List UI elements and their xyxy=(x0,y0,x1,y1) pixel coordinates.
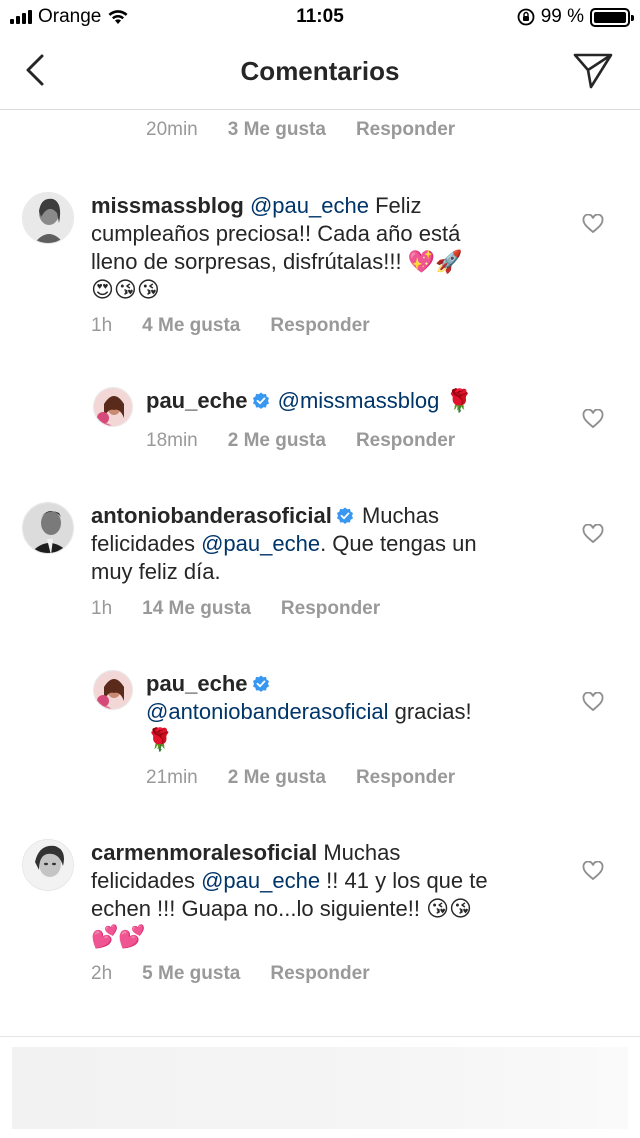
paper-plane-icon[interactable] xyxy=(572,52,614,90)
comment-text: antoniobanderasoficial Muchas felicidade… xyxy=(91,502,561,586)
mention-link[interactable]: @pau_eche xyxy=(201,868,320,893)
rotation-lock-icon xyxy=(517,8,535,26)
comment-body: gracias! xyxy=(388,699,472,724)
comment-text: pau_eche @antoniobanderasoficial gracias… xyxy=(146,670,566,754)
comment-input-area xyxy=(0,1036,640,1138)
emoji-kiss: 😘😘 xyxy=(426,896,472,921)
battery-percent: 99 % xyxy=(540,6,584,27)
heart-outline-icon[interactable] xyxy=(582,861,604,881)
comment-body: muy feliz día. xyxy=(91,559,221,584)
comment-body: . Que tengas un xyxy=(320,531,477,556)
comment-username[interactable]: missmassblog xyxy=(91,193,244,218)
comment-meta: 21min 2 Me gusta Responder xyxy=(146,767,455,789)
status-right: 99 % xyxy=(517,6,634,28)
comment-body: cumpleaños preciosa!! Cada año está xyxy=(91,221,461,246)
comment-carmenmoralesoficial: carmenmoralesoficial Muchas felicidades … xyxy=(0,837,640,957)
emoji-heart-rocket: 💖🚀 xyxy=(407,249,463,274)
verified-badge-icon xyxy=(252,392,269,409)
comment-time: 1h xyxy=(91,598,113,619)
like-count[interactable]: 4 Me gusta xyxy=(142,315,240,337)
like-count[interactable]: 3 Me gusta xyxy=(228,119,326,141)
emoji-faces: 😍😘😘 xyxy=(91,277,160,302)
comment-body: Feliz xyxy=(368,193,422,218)
mention-link[interactable]: @pau_eche xyxy=(201,531,320,556)
comment-body: !! 41 y los que te xyxy=(320,868,488,893)
battery-icon xyxy=(590,7,634,27)
like-count[interactable]: 5 Me gusta xyxy=(142,963,240,985)
comment-username[interactable]: pau_eche xyxy=(146,388,248,413)
comment-body: Muchas xyxy=(317,840,401,865)
comment-body: echen !!! Guapa no...lo siguiente!! xyxy=(91,896,427,921)
reply-button[interactable]: Responder xyxy=(270,315,369,337)
verified-badge-icon xyxy=(252,675,269,692)
avatar[interactable] xyxy=(22,839,74,891)
heart-outline-icon[interactable] xyxy=(582,409,604,429)
comment-meta: 1h 4 Me gusta Responder xyxy=(91,315,370,337)
comment-text: carmenmoralesoficial Muchas felicidades … xyxy=(91,839,571,951)
avatar[interactable] xyxy=(22,502,74,554)
like-count[interactable]: 14 Me gusta xyxy=(142,598,251,620)
comment-username[interactable]: pau_eche xyxy=(146,671,248,696)
avatar[interactable] xyxy=(93,670,133,710)
comment-meta: 18min 2 Me gusta Responder xyxy=(146,430,455,452)
comment-username[interactable]: antoniobanderasoficial xyxy=(91,503,332,528)
page-title: Comentarios xyxy=(240,56,400,86)
heart-outline-icon[interactable] xyxy=(582,214,604,234)
avatar[interactable] xyxy=(93,387,133,427)
comment-meta: 1h 14 Me gusta Responder xyxy=(91,598,380,620)
reply-button[interactable]: Responder xyxy=(356,767,455,789)
mention-link[interactable]: @antoniobanderasoficial xyxy=(146,699,389,724)
comment-input[interactable] xyxy=(12,1047,628,1129)
comment-body: Muchas xyxy=(361,503,439,528)
comment-time: 21min xyxy=(146,767,198,788)
emoji-rose: 🌹 xyxy=(146,727,174,752)
heart-outline-icon[interactable] xyxy=(582,524,604,544)
comment-body: lleno de sorpresas, disfrútalas!!! xyxy=(91,249,408,274)
mention-link[interactable]: @pau_eche xyxy=(250,193,369,218)
mention-link[interactable]: @missmassblog xyxy=(278,388,440,413)
comment-text: pau_eche @missmassblog 🌹 xyxy=(146,387,566,415)
comment-time: 2h xyxy=(91,963,113,984)
verified-badge-icon xyxy=(336,507,353,524)
emoji-hearts: 💕💕 xyxy=(91,924,146,949)
comment-username[interactable]: carmenmoralesoficial xyxy=(91,840,317,865)
comment-text: missmassblog @pau_eche Feliz cumpleaños … xyxy=(91,192,561,304)
like-count[interactable]: 2 Me gusta xyxy=(228,767,326,789)
reply-pau-eche-2: pau_eche @antoniobanderasoficial gracias… xyxy=(0,668,640,768)
comment-time: 1h xyxy=(91,315,113,336)
reply-button[interactable]: Responder xyxy=(270,963,369,985)
comment-time: 20min xyxy=(146,119,198,140)
avatar[interactable] xyxy=(22,192,74,244)
comment-meta-prev: 20min 3 Me gusta Responder xyxy=(146,119,455,141)
comments-header: Comentarios xyxy=(0,36,640,110)
reply-button[interactable]: Responder xyxy=(356,119,455,141)
reply-button[interactable]: Responder xyxy=(281,598,380,620)
emoji-rose: 🌹 xyxy=(445,388,473,413)
reply-button[interactable]: Responder xyxy=(356,430,455,452)
comment-time: 18min xyxy=(146,430,198,451)
status-bar: Orange 11:05 99 % xyxy=(0,0,640,36)
like-count[interactable]: 2 Me gusta xyxy=(228,430,326,452)
heart-outline-icon[interactable] xyxy=(582,692,604,712)
comment-meta: 2h 5 Me gusta Responder xyxy=(91,963,370,985)
reply-pau-eche-1: pau_eche @missmassblog 🌹 xyxy=(0,385,640,465)
comment-body: felicidades xyxy=(91,868,202,893)
comment-body: felicidades xyxy=(91,531,202,556)
